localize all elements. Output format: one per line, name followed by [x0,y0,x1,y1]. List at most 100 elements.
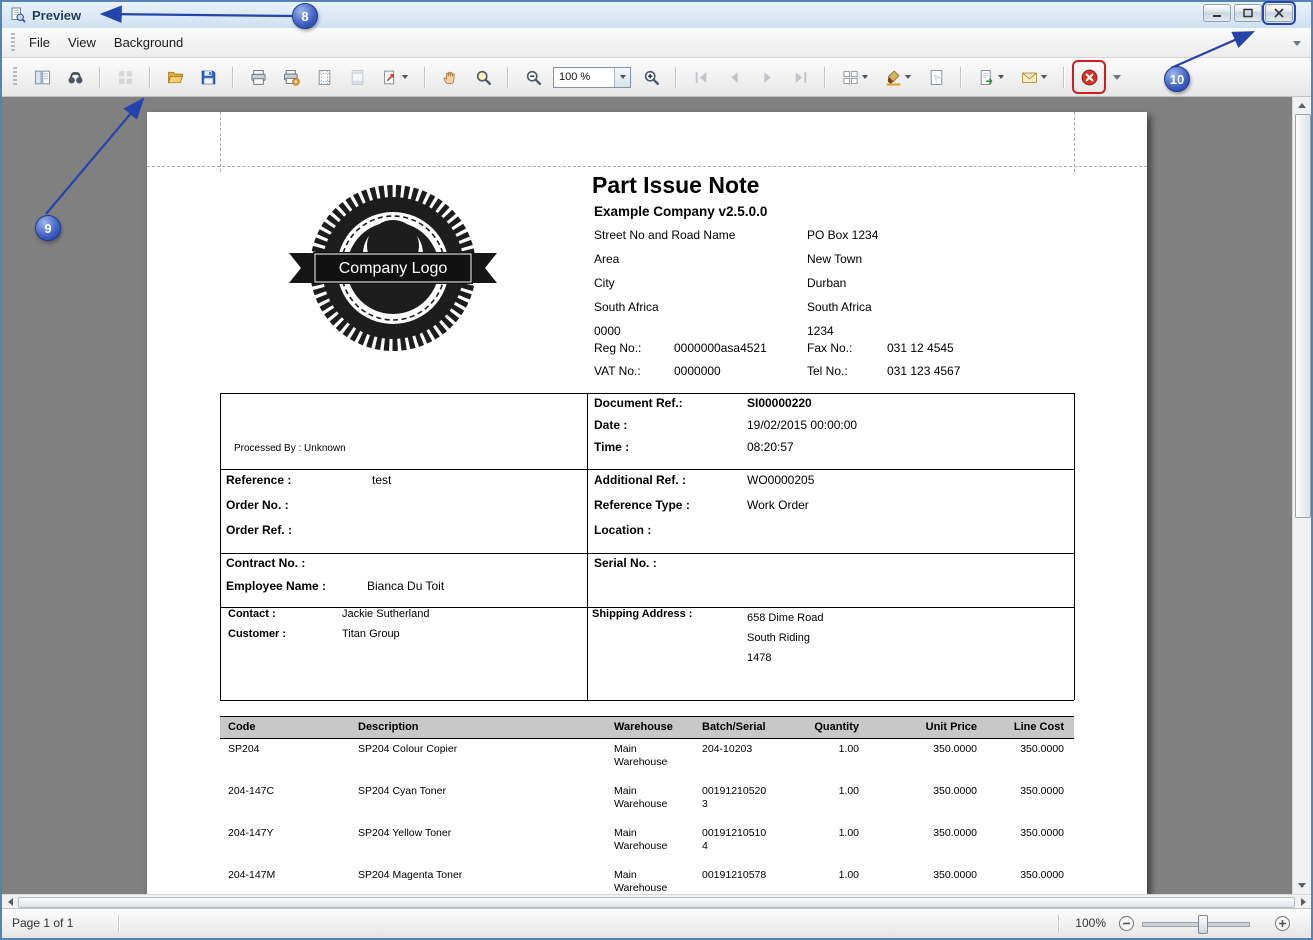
preview-icon [11,7,26,23]
print-button[interactable] [245,64,271,90]
toolbar-overflow-icon[interactable] [1113,74,1121,80]
close-button[interactable] [1262,1,1296,25]
scroll-left-button[interactable] [2,895,18,908]
table-cell: 1.00 [838,743,859,755]
dropdown-caret-icon [998,75,1004,79]
table-cell: 350.0000 [933,785,977,797]
separator [824,66,826,88]
company-logo: Company Logo [289,185,497,351]
document-page: Company Logo Part Issue Note Example Com… [147,112,1147,894]
text-line: South Africa [807,300,872,314]
tel-label: Tel No.: [807,364,848,378]
minimize-button[interactable] [1203,4,1231,22]
table-cell: SP204 [228,743,260,755]
email-button[interactable] [1016,64,1052,90]
search-button[interactable] [62,64,88,90]
multiple-pages-button[interactable] [837,64,873,90]
next-page-button[interactable] [754,64,780,90]
address-right: PO Box 1234 New Town Durban South Africa 123… [807,223,878,343]
first-page-button[interactable] [688,64,714,90]
minus-circle-icon [1119,916,1134,931]
watermark-button[interactable]: A [923,64,949,90]
export-button[interactable] [973,64,1009,90]
horizontal-scroll-thumb[interactable] [18,897,1295,908]
order-no-label: Order No. : [226,498,289,512]
zoom-in-button[interactable] [638,64,664,90]
time-value: 08:20:57 [747,440,794,454]
text-line: PO Box 1234 [807,228,879,242]
menu-view[interactable]: View [59,31,105,54]
zoom-in-status-button[interactable] [1274,915,1291,935]
document-map-icon [34,70,50,84]
zoom-slider-track[interactable] [1142,922,1250,927]
close-preview-button[interactable] [1072,60,1106,94]
separator [99,66,101,88]
date-value: 19/02/2015 00:00:00 [747,418,858,432]
scroll-down-button[interactable] [1293,877,1311,894]
table-row: SP204 SP204 Colour Copier Main Warehouse 20… [220,739,1074,781]
dropdown-caret-icon [619,75,626,79]
last-page-button[interactable] [787,64,813,90]
hand-tool-button[interactable] [437,64,463,90]
close-preview-icon [1081,69,1097,85]
horizontal-scrollbar[interactable] [2,894,1311,908]
arrow-up-icon [1298,103,1306,108]
reference-type-value: Work Order [747,498,809,512]
contact-value: Jackie Sutherland [342,608,430,620]
last-page-icon [795,71,806,83]
dropdown-caret-icon [862,75,868,79]
callout-9: 9 [35,215,61,241]
menubar-grip[interactable] [11,32,15,53]
doc-ref-label: Document Ref.: [594,396,683,410]
separator [232,66,234,88]
menu-background[interactable]: Background [105,31,192,54]
zoom-slider-thumb[interactable] [1198,915,1208,934]
window-title: Preview [32,7,82,23]
company-name: Example Company v2.5.0.0 [594,204,768,219]
zoom-out-status-button[interactable] [1118,915,1135,935]
export-icon [980,69,993,85]
employee-name-value: Bianca Du Toit [367,579,445,593]
preview-area[interactable]: Company Logo Part Issue Note Example Com… [2,97,1311,894]
text-line: South Riding [747,632,810,644]
previous-page-button[interactable] [721,64,747,90]
employee-name-label: Employee Name : [226,579,327,593]
zoom-combo-arrow[interactable] [614,67,630,87]
thumbnails-icon [118,70,132,84]
save-icon [201,70,215,84]
magnifier-icon [476,70,491,85]
magnifier-button[interactable] [470,64,496,90]
maximize-button[interactable] [1234,4,1262,22]
section-divider-vertical [220,393,221,700]
zoom-combo[interactable]: 100 % [553,66,631,88]
save-button[interactable] [195,64,221,90]
thumbnails-button[interactable] [112,64,138,90]
dropdown-caret-icon [905,75,911,79]
print-icon [250,69,266,85]
scale-icon [384,70,395,84]
table-cell: 204-147Y [228,827,274,839]
toolbar-grip[interactable] [13,67,17,87]
scale-button[interactable] [377,64,413,90]
table-header: Code Description Warehouse Batch/Serial … [220,716,1074,739]
page-setup-button[interactable] [311,64,337,90]
document-map-button[interactable] [29,64,55,90]
vertical-scroll-thumb[interactable] [1295,114,1311,518]
menu-file[interactable]: File [20,31,59,54]
column-header: Unit Price [925,721,977,733]
fax-label: Fax No.: [807,341,853,355]
table-cell: 350.0000 [1020,869,1064,881]
vertical-scrollbar[interactable] [1292,97,1311,894]
quick-print-button[interactable] [278,64,304,90]
scroll-up-button[interactable] [1293,97,1311,114]
scroll-right-button[interactable] [1295,895,1311,908]
header-footer-button[interactable] [344,64,370,90]
zoom-in-icon [644,70,659,85]
zoom-out-button[interactable] [520,64,546,90]
text-line: 658 Dime Road [747,612,824,624]
separator [1058,915,1060,932]
open-button[interactable] [162,64,188,90]
titlebar[interactable]: Preview [2,1,1311,28]
menubar-overflow-icon[interactable] [1293,41,1301,46]
page-color-button[interactable] [880,64,916,90]
